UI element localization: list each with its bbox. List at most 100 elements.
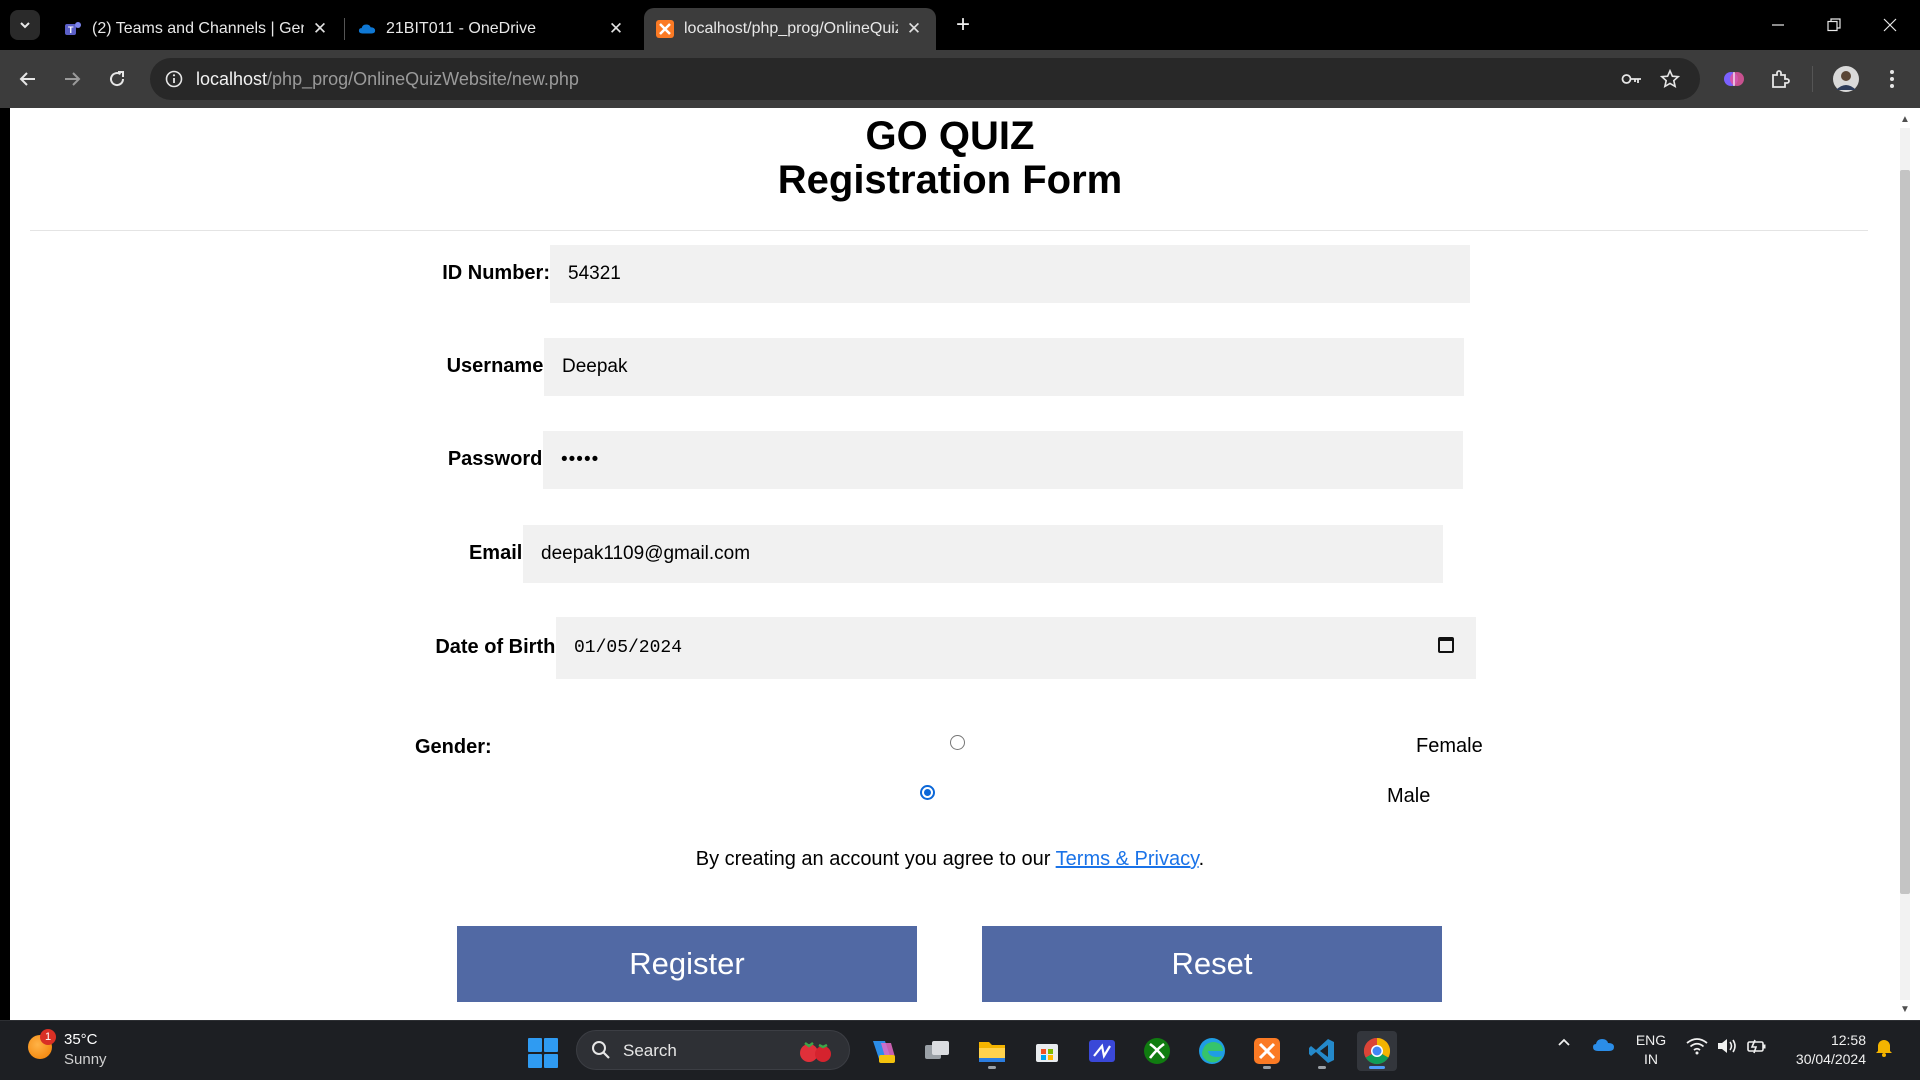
dob-value: 01/05/2024 [574,638,683,658]
copilot-icon[interactable] [862,1031,902,1071]
minimize-icon[interactable] [1758,8,1798,42]
gender-female-label: Female [1416,735,1483,757]
svg-text:T: T [68,25,74,35]
id-number-label: ID Number: [442,262,550,284]
tab-close-icon[interactable]: ✕ [310,19,330,39]
xbox-icon[interactable] [1137,1031,1177,1071]
active-indicator [1369,1066,1385,1069]
terms-suffix: . [1198,848,1205,870]
close-window-icon[interactable] [1870,8,1910,42]
edge-icon[interactable] [1192,1031,1232,1071]
taskbar-search[interactable]: Search [576,1030,850,1070]
forward-icon[interactable] [56,63,88,95]
windows-taskbar: 1 35°C Sunny Search ENG IN 12:58 30/04/2… [0,1020,1920,1080]
username-label: Username: [446,355,550,377]
strawberry-icon [800,1042,831,1062]
url-path: /php_prog/OnlineQuizWebsite/new.php [267,69,579,89]
input-language[interactable]: ENG IN [1634,1031,1668,1069]
tab-title: (2) Teams and Channels | Gener [92,20,304,37]
url-text: localhost/php_prog/OnlineQuizWebsite/new… [196,69,579,90]
page-viewport: GO QUIZ Registration Form ID Number: 543… [10,108,1892,1020]
region-code: IN [1644,1051,1658,1067]
scrollbar-thumb[interactable] [1900,170,1910,894]
id-number-input[interactable]: 54321 [550,245,1470,303]
username-input[interactable]: Deepak [544,338,1464,396]
search-icon [592,1041,610,1059]
tab-onedrive[interactable]: 21BIT011 - OneDrive ✕ [346,8,638,50]
dob-input[interactable]: 01/05/2024 [556,617,1476,679]
restore-icon[interactable] [1814,8,1854,42]
bookmark-star-icon[interactable] [1658,67,1682,91]
running-indicator [1318,1066,1326,1069]
weather-temperature[interactable]: 35°C [64,1031,98,1048]
terms-text: By creating an account you agree to our … [10,848,1890,871]
search-label: Search [623,1041,677,1060]
language-code: ENG [1635,1032,1667,1048]
header-divider [30,230,1868,231]
running-indicator [988,1066,996,1069]
back-icon[interactable] [12,63,44,95]
password-key-icon[interactable] [1620,67,1644,91]
windows-start-icon[interactable] [528,1038,558,1068]
system-clock[interactable]: 12:58 30/04/2024 [1782,1031,1866,1069]
tab-title: 21BIT011 - OneDrive [386,20,536,37]
toolbar-separator [1812,66,1813,92]
reset-button[interactable]: Reset [982,926,1442,1002]
terms-privacy-link[interactable]: Terms & Privacy [1056,848,1199,870]
onedrive-tray-icon[interactable] [1590,1037,1618,1053]
calendar-icon[interactable] [1438,637,1454,653]
battery-icon[interactable] [1744,1037,1770,1055]
xampp-icon[interactable] [1247,1031,1287,1071]
browser-toolbar: localhost/php_prog/OnlineQuizWebsite/new… [0,50,1920,108]
browser-tab-strip: T (2) Teams and Channels | Gener ✕ 21BIT… [0,0,1920,50]
tab-title: localhost/php_prog/OnlineQuiz [684,20,898,37]
url-host: localhost [196,69,268,89]
page-title: Registration Form [777,158,1123,202]
gender-male-radio[interactable] [920,785,935,800]
tab-teams[interactable]: T (2) Teams and Channels | Gener ✕ [52,8,342,50]
dob-label: Date of Birth: [435,636,562,658]
address-bar[interactable]: localhost/php_prog/OnlineQuizWebsite/new… [150,58,1700,100]
extension-brain-icon[interactable] [1718,63,1750,95]
notification-bell-icon[interactable] [1872,1037,1896,1057]
microsoft-store-icon[interactable] [1027,1031,1067,1071]
site-brand: GO QUIZ [865,114,1035,158]
reload-icon[interactable] [101,63,133,95]
show-hidden-icons-chevron-icon[interactable] [1552,1037,1576,1047]
tab-search-dropdown-icon[interactable] [10,10,40,40]
tab-localhost[interactable]: localhost/php_prog/OnlineQuiz ✕ [644,8,936,50]
gender-male-label: Male [1387,785,1431,807]
new-tab-button[interactable]: + [948,10,978,40]
tab-separator [344,18,345,40]
gender-label: Gender: [415,736,492,758]
password-label: Password: [447,448,549,470]
terms-prefix: By creating an account you agree to our [695,848,1056,870]
email-input[interactable]: deepak1109@gmail.com [523,525,1443,583]
xampp-icon [656,20,674,38]
tab-close-icon[interactable]: ✕ [606,19,626,39]
volume-icon[interactable] [1714,1037,1740,1055]
scroll-down-icon[interactable]: ▼ [1898,1002,1912,1016]
task-view-icon[interactable] [917,1031,957,1071]
vscode-icon[interactable] [1302,1031,1342,1071]
site-info-icon[interactable] [162,67,186,91]
weather-condition[interactable]: Sunny [64,1051,107,1068]
profile-avatar[interactable] [1830,63,1862,95]
tab-close-icon[interactable]: ✕ [904,19,924,39]
password-input[interactable]: ••••• [543,431,1463,489]
whiteboard-icon[interactable] [1082,1031,1122,1071]
email-label: Email: [468,542,529,564]
file-explorer-icon[interactable] [972,1031,1012,1071]
chrome-icon[interactable] [1357,1031,1397,1071]
scroll-up-icon[interactable]: ▲ [1898,112,1912,126]
weather-badge: 1 [40,1029,56,1045]
page-scrollbar[interactable]: ▲ ▼ [1892,108,1920,1020]
clock-date: 30/04/2024 [1795,1051,1866,1067]
register-button[interactable]: Register [457,926,917,1002]
clock-time: 12:58 [1830,1032,1866,1048]
extensions-puzzle-icon[interactable] [1764,63,1796,95]
onedrive-icon [358,20,376,38]
browser-menu-icon[interactable] [1876,63,1908,95]
gender-female-radio[interactable] [950,735,965,750]
wifi-icon[interactable] [1684,1037,1710,1055]
